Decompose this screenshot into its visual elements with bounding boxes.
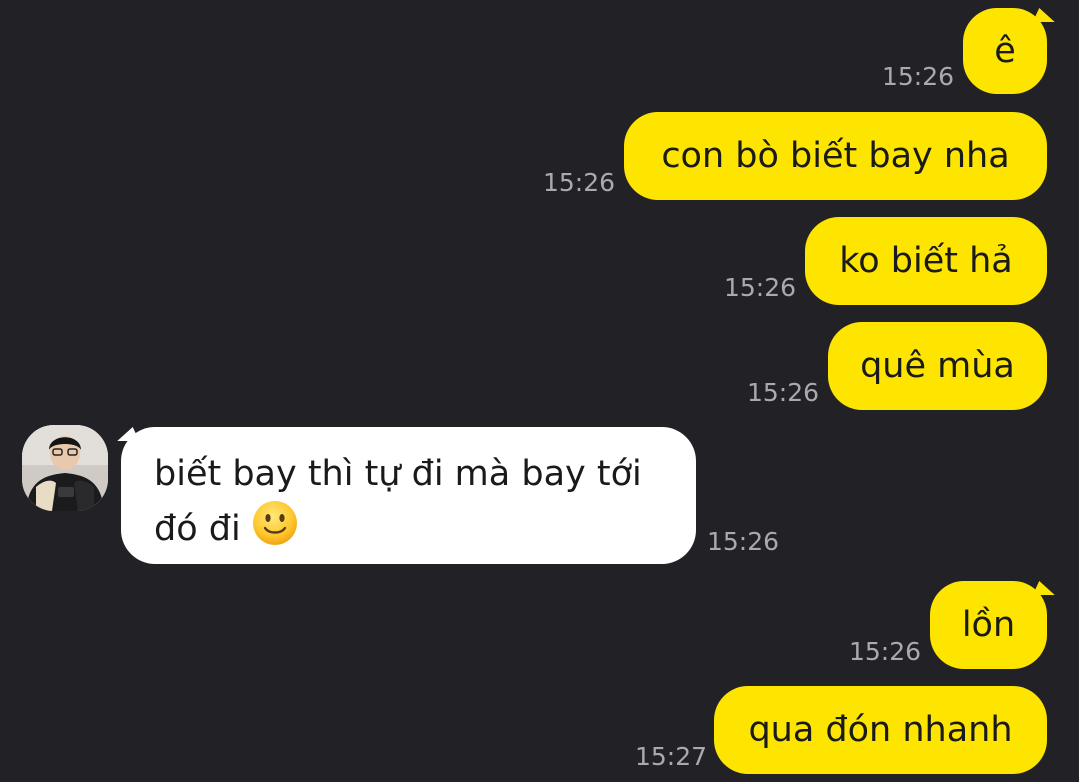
message-text: ko biết hả bbox=[839, 241, 1013, 281]
incoming-message-bubble[interactable]: biết bay thì tự đi mà bay tới đó đi bbox=[121, 427, 696, 564]
message-text: lồn bbox=[961, 605, 1016, 645]
message-text: ê bbox=[994, 31, 1016, 71]
message-text: qua đón nhanh bbox=[748, 710, 1013, 750]
slightly-smiling-face-emoji bbox=[252, 501, 297, 545]
message-timestamp: 15:26 bbox=[707, 527, 780, 556]
person-photo-icon bbox=[22, 425, 108, 511]
bubble-tail bbox=[1032, 581, 1062, 595]
bubble-tail bbox=[1032, 8, 1062, 22]
outgoing-message-bubble[interactable]: ko biết hả bbox=[805, 217, 1047, 305]
avatar[interactable] bbox=[22, 425, 108, 511]
message-timestamp: 15:26 bbox=[747, 378, 820, 407]
message-timestamp: 15:26 bbox=[849, 637, 922, 666]
message-text-content: biết bay thì tự đi mà bay tới đó đi bbox=[154, 454, 642, 549]
message-timestamp: 15:27 bbox=[635, 742, 708, 771]
message-timestamp: 15:26 bbox=[543, 168, 616, 197]
message-timestamp: 15:26 bbox=[724, 273, 797, 302]
chat-window: { "messages": [ {"direction": "outgoing"… bbox=[0, 0, 1079, 782]
outgoing-message-bubble[interactable]: quê mùa bbox=[828, 322, 1047, 410]
outgoing-message-bubble[interactable]: con bò biết bay nha bbox=[624, 112, 1047, 200]
outgoing-message-bubble[interactable]: qua đón nhanh bbox=[714, 686, 1047, 774]
message-text: biết bay thì tự đi mà bay tới đó đi bbox=[154, 448, 664, 555]
message-text: con bò biết bay nha bbox=[661, 136, 1010, 176]
message-text: quê mùa bbox=[860, 346, 1015, 386]
outgoing-message-bubble[interactable]: lồn bbox=[930, 581, 1047, 669]
message-timestamp: 15:26 bbox=[882, 62, 955, 91]
